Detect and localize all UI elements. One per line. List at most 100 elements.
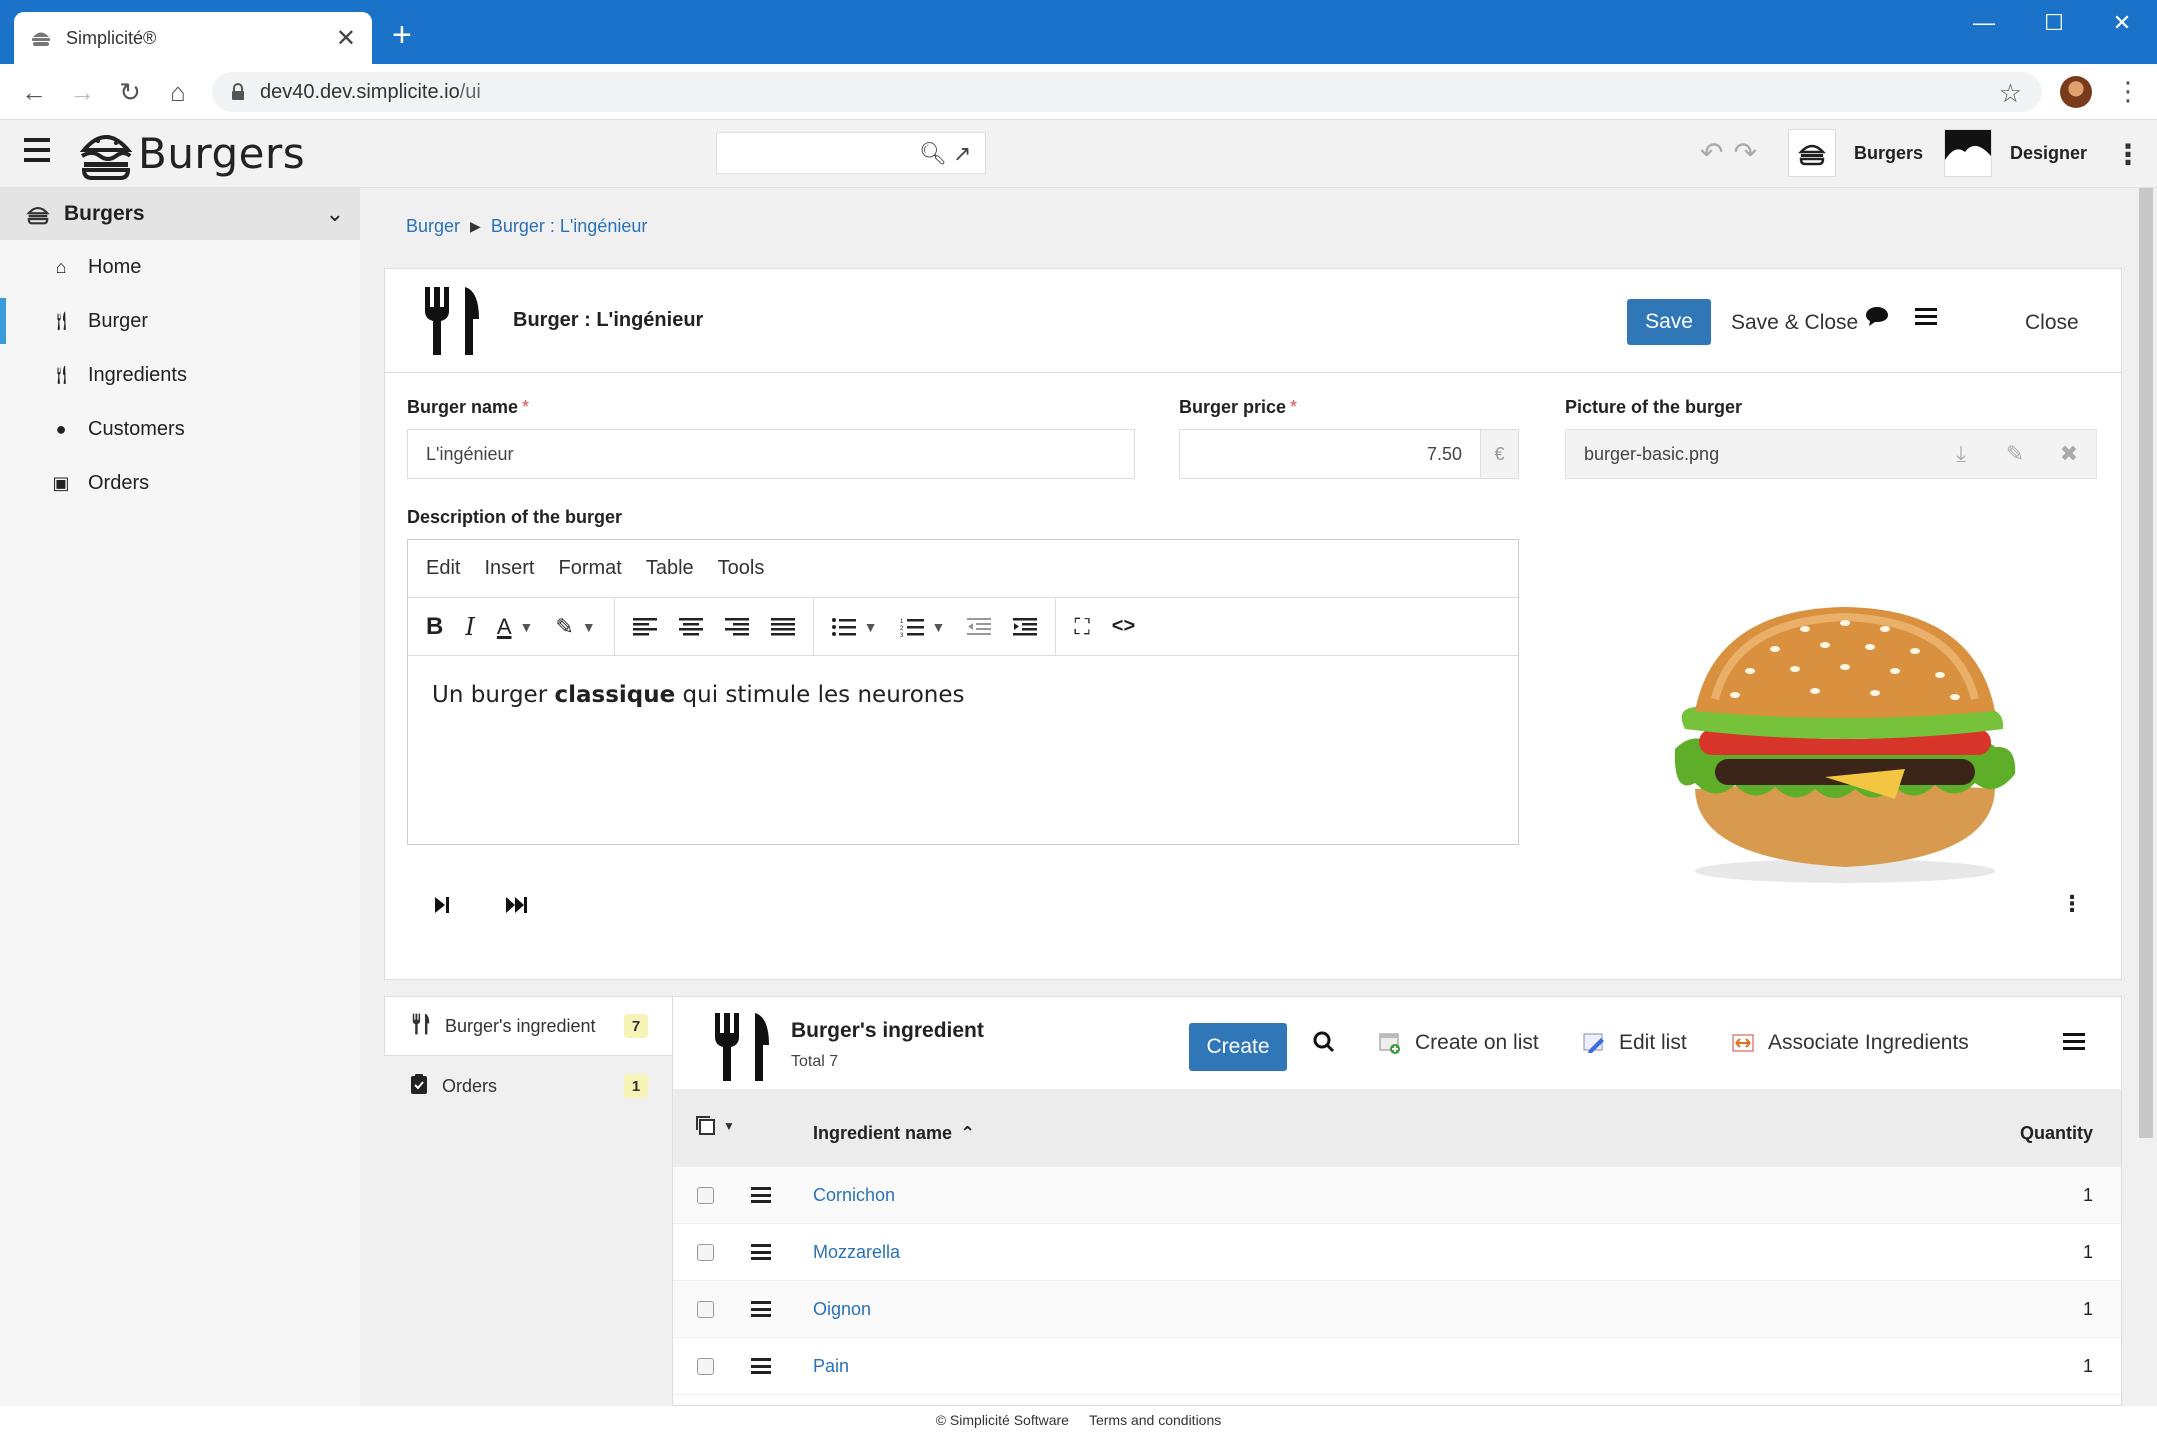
maximize-icon[interactable]: ☐ — [2034, 10, 2074, 36]
row-menu-icon[interactable] — [751, 1301, 771, 1317]
chevron-down-icon[interactable]: ▼ — [520, 619, 534, 635]
forward-icon[interactable]: → — [66, 76, 98, 108]
form-menu-icon[interactable] — [1915, 305, 1937, 333]
tab-close-icon[interactable]: ✕ — [336, 24, 356, 53]
text-color-icon[interactable]: A — [497, 614, 512, 640]
minimize-icon[interactable]: — — [1964, 10, 2004, 36]
search-icon[interactable] — [1313, 1031, 1335, 1053]
tab-burgers-ingredient[interactable]: Burger's ingredient 7 — [384, 996, 674, 1056]
sidebar-item-ingredients[interactable]: 🍴︎ Ingredients — [0, 348, 360, 402]
col-ingredient-name[interactable]: Ingredient name ⌃ — [813, 1123, 975, 1144]
fast-forward-icon[interactable] — [505, 895, 529, 921]
chevron-down-icon[interactable]: ▼ — [582, 619, 596, 635]
sidebar-item-orders[interactable]: ▣ Orders — [0, 456, 360, 510]
row-menu-icon[interactable] — [751, 1358, 771, 1374]
table-row[interactable]: Cornichon 1 — [673, 1167, 2121, 1224]
back-icon[interactable]: ← — [18, 76, 50, 108]
search-icon[interactable]: 🔍︎ — [919, 141, 947, 167]
associate-ingredients-button[interactable]: Associate Ingredients — [1732, 1031, 1969, 1055]
new-tab-icon[interactable]: + — [392, 18, 412, 52]
editor-menu-tools[interactable]: Tools — [718, 557, 765, 580]
browser-menu-icon[interactable]: ⋮ — [2115, 76, 2141, 107]
indent-icon[interactable] — [1013, 617, 1038, 637]
editor-menu-table[interactable]: Table — [646, 557, 694, 580]
create-button[interactable]: Create — [1189, 1023, 1287, 1071]
fullscreen-icon[interactable]: ⛶ — [1074, 614, 1089, 640]
ingredient-link[interactable]: Mozzarella — [813, 1242, 900, 1263]
numbered-list-icon[interactable]: 123 — [900, 617, 924, 637]
italic-icon[interactable]: I — [465, 613, 474, 641]
align-right-icon[interactable] — [724, 617, 749, 637]
header-more-icon[interactable]: ⋮ — [2114, 138, 2142, 171]
burger-price-input[interactable]: 7.50 € — [1179, 429, 1519, 479]
editor-menu-edit[interactable]: Edit — [426, 557, 460, 580]
bold-icon[interactable]: B — [426, 613, 443, 641]
bookmark-star-icon[interactable]: ☆ — [1999, 78, 2022, 109]
description-editor[interactable]: Edit Insert Format Table Tools B I A ▼ ✎… — [407, 539, 1519, 845]
browser-tab[interactable]: Simplicité® ✕ — [14, 12, 372, 64]
sidebar-domain-header[interactable]: Burgers ⌄ — [0, 188, 360, 240]
table-row[interactable]: Mozzarella 1 — [673, 1224, 2121, 1281]
select-all-toggle[interactable]: ▼ — [695, 1115, 735, 1137]
edit-icon[interactable]: ✎ — [1988, 441, 2042, 467]
ingredient-link[interactable]: Cornichon — [813, 1185, 895, 1206]
chevron-down-icon[interactable]: ▼ — [864, 619, 878, 635]
step-forward-icon[interactable] — [433, 895, 451, 921]
url-field[interactable]: dev40.dev.simplicite.io/ui ☆ — [212, 72, 2042, 112]
breadcrumb-root[interactable]: Burger — [406, 216, 460, 237]
sidebar-item-customers[interactable]: ● Customers — [0, 402, 360, 456]
row-checkbox[interactable] — [697, 1244, 714, 1261]
redo-icon[interactable]: ↷ — [1733, 136, 1756, 169]
window-close-icon[interactable]: ✕ — [2102, 10, 2142, 36]
ingredient-link[interactable]: Oignon — [813, 1299, 871, 1320]
row-checkbox[interactable] — [697, 1187, 714, 1204]
app-logo[interactable]: Burgers — [78, 126, 305, 180]
search-input[interactable]: 🔍︎ ↗ — [716, 132, 986, 174]
outdent-icon[interactable] — [967, 617, 992, 637]
download-icon[interactable]: ⤓ — [1934, 441, 1988, 467]
sidebar-item-burger[interactable]: 🍴︎ Burger — [0, 294, 360, 348]
scope-designer[interactable]: Designer — [1944, 128, 2087, 178]
col-quantity[interactable]: Quantity — [2020, 1123, 2093, 1144]
align-center-icon[interactable] — [678, 617, 703, 637]
table-row[interactable]: Oignon 1 — [673, 1281, 2121, 1338]
row-menu-icon[interactable] — [751, 1187, 771, 1203]
tab-orders[interactable]: Orders 1 — [384, 1056, 674, 1116]
main-scrollbar[interactable] — [2139, 188, 2153, 1138]
row-checkbox[interactable] — [697, 1301, 714, 1318]
list-menu-icon[interactable] — [2063, 1031, 2085, 1051]
burger-name-input[interactable]: L'ingénieur — [407, 429, 1135, 479]
bullet-list-icon[interactable] — [831, 617, 856, 637]
row-checkbox[interactable] — [697, 1358, 714, 1375]
comment-icon[interactable] — [1865, 305, 1889, 334]
profile-avatar[interactable] — [2060, 76, 2092, 108]
scope-burgers[interactable]: Burgers — [1788, 128, 1923, 178]
row-menu-icon[interactable] — [751, 1244, 771, 1260]
ingredient-link[interactable]: Pain — [813, 1356, 849, 1377]
home-icon[interactable]: ⌂ — [162, 76, 194, 108]
editor-content[interactable]: Un burger classique qui stimule les neur… — [408, 656, 1518, 734]
reload-icon[interactable]: ↻ — [114, 76, 146, 108]
save-close-button[interactable]: Save & Close — [1731, 311, 1858, 335]
menu-toggle-icon[interactable] — [24, 138, 50, 162]
sidebar-item-home[interactable]: ⌂ Home — [0, 240, 360, 294]
chevron-down-icon[interactable]: ▼ — [932, 619, 946, 635]
highlight-icon[interactable]: ✎ — [555, 614, 573, 640]
align-left-icon[interactable] — [632, 617, 657, 637]
open-external-icon[interactable]: ↗ — [953, 141, 971, 167]
editor-menu-insert[interactable]: Insert — [484, 557, 534, 580]
create-on-list-button[interactable]: Create on list — [1379, 1031, 1539, 1055]
delete-icon[interactable]: ✖ — [2042, 441, 2096, 467]
table-row[interactable]: Pain 1 — [673, 1338, 2121, 1395]
chevron-down-icon[interactable]: ⌄ — [326, 201, 344, 227]
terms-link[interactable]: Terms and conditions — [1089, 1412, 1221, 1428]
edit-list-button[interactable]: Edit list — [1583, 1031, 1687, 1055]
breadcrumb-current[interactable]: Burger : L'ingénieur — [491, 216, 648, 237]
save-button[interactable]: Save — [1627, 299, 1711, 345]
align-justify-icon[interactable] — [770, 617, 795, 637]
more-actions-icon[interactable]: ⋮ — [2061, 891, 2083, 917]
undo-icon[interactable]: ↶ — [1700, 136, 1723, 169]
close-button[interactable]: Close — [2025, 311, 2079, 335]
editor-menu-format[interactable]: Format — [559, 557, 622, 580]
source-code-icon[interactable]: <> — [1112, 615, 1135, 638]
